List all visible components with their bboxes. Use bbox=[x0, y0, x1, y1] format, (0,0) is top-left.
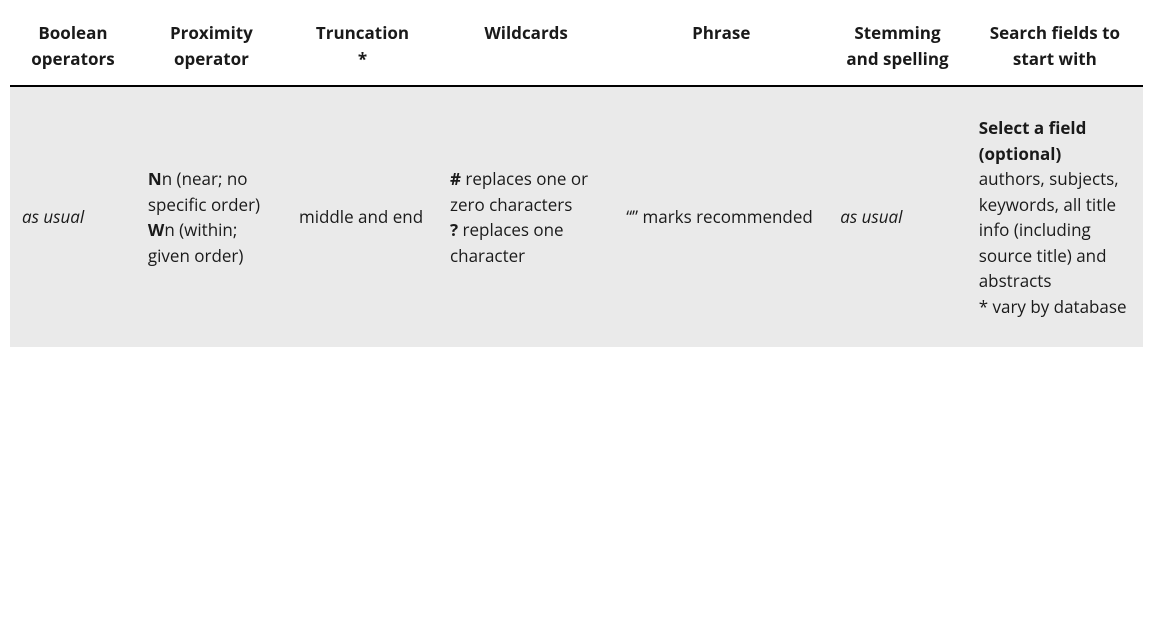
wildcard-q-rest: replaces one character bbox=[450, 218, 564, 267]
proximity-n-rest: n (near; no specific order) bbox=[148, 167, 260, 216]
wildcard-q-bold: ? bbox=[450, 218, 458, 241]
col-header-proximity: Proximity operator bbox=[136, 10, 287, 86]
proximity-w-bold: W bbox=[148, 218, 164, 241]
cell-truncation: middle and end bbox=[287, 86, 438, 347]
stemming-text: as usual bbox=[840, 205, 902, 228]
table-row: as usual Nn (near; no specific order) Wn… bbox=[10, 86, 1143, 347]
col-header-truncation: Truncation * bbox=[287, 10, 438, 86]
col-header-boolean: Boolean operators bbox=[10, 10, 136, 86]
fields-heading: Select a field (optional) bbox=[979, 115, 1131, 166]
wildcard-hash-rest: replaces one or zero characters bbox=[450, 167, 588, 216]
boolean-text: as usual bbox=[22, 205, 84, 228]
cell-fields: Select a field (optional) authors, subje… bbox=[967, 86, 1143, 347]
proximity-n-bold: N bbox=[148, 167, 162, 190]
proximity-within: Wn (within; given order) bbox=[148, 217, 275, 268]
fields-note: * vary by database bbox=[979, 294, 1131, 320]
wildcard-hash-bold: # bbox=[450, 167, 461, 190]
col-header-phrase: Phrase bbox=[614, 10, 828, 86]
table-header-row: Boolean operators Proximity operator Tru… bbox=[10, 10, 1143, 86]
truncation-label: Truncation bbox=[316, 21, 409, 44]
cell-proximity: Nn (near; no specific order) Wn (within;… bbox=[136, 86, 287, 347]
wildcard-question: ? replaces one character bbox=[450, 217, 602, 268]
fields-body: authors, subjects, keywords, all title i… bbox=[979, 166, 1131, 294]
proximity-near: Nn (near; no specific order) bbox=[148, 166, 275, 217]
cell-phrase: “” marks recommended bbox=[614, 86, 828, 347]
col-header-stemming: Stemming and spelling bbox=[828, 10, 966, 86]
col-header-wildcards: Wildcards bbox=[438, 10, 614, 86]
wildcard-hash: # replaces one or zero characters bbox=[450, 166, 602, 217]
cell-boolean: as usual bbox=[10, 86, 136, 347]
cell-wildcards: # replaces one or zero characters ? repl… bbox=[438, 86, 614, 347]
truncation-asterisk: * bbox=[358, 47, 367, 70]
cell-stemming: as usual bbox=[828, 86, 966, 347]
search-syntax-table: Boolean operators Proximity operator Tru… bbox=[10, 10, 1143, 347]
col-header-fields: Search fields to start with bbox=[967, 10, 1143, 86]
